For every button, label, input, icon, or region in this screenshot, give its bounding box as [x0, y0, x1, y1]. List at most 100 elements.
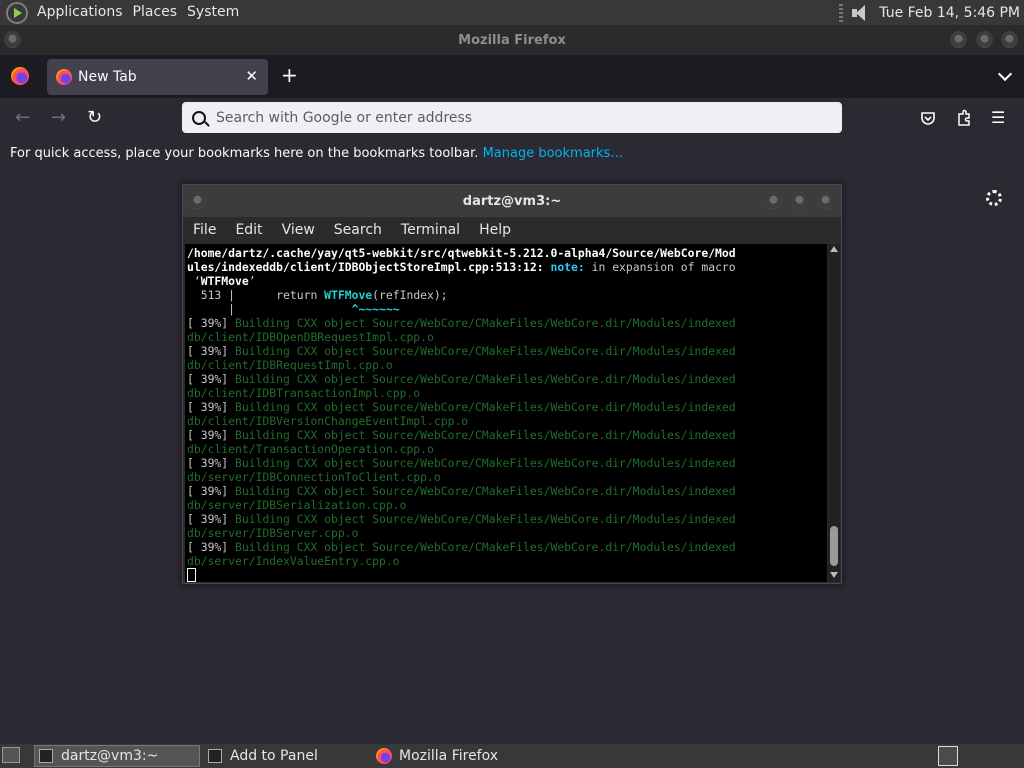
menu-terminal[interactable]: Terminal	[391, 222, 469, 238]
terminal-line: [ 39%] Building CXX object Source/WebCor…	[187, 316, 827, 330]
reload-icon[interactable]: ↻	[87, 109, 102, 127]
terminal-line: | ^~~~~~~	[187, 302, 827, 316]
minimize-icon[interactable]	[950, 31, 967, 48]
terminal-text: Building CXX object Source/WebCore/CMake…	[235, 512, 736, 526]
top-panel-menus: Applications Places System	[0, 0, 244, 25]
bookmarks-toolbar: For quick access, place your bookmarks h…	[0, 139, 1024, 168]
clock[interactable]: Tue Feb 14, 5:46 PM	[879, 5, 1024, 21]
terminal-text: [ 39%]	[187, 316, 236, 330]
terminal-text: note:	[550, 260, 585, 274]
terminal-line: [ 39%] Building CXX object Source/WebCor…	[187, 428, 827, 442]
terminal-line: [ 39%] Building CXX object Source/WebCor…	[187, 512, 827, 526]
terminal-window: dartz@vm3:~ File Edit View Search Termin…	[182, 184, 842, 584]
terminal-line: [ 39%] Building CXX object Source/WebCor…	[187, 400, 827, 414]
task-add-to-panel-label: Add to Panel	[230, 748, 318, 764]
terminal-text: ules/indexeddb/client/IDBObjectStoreImpl…	[187, 260, 551, 274]
terminal-window-menu-icon[interactable]	[189, 192, 206, 209]
terminal-line: ‘WTFMove’	[187, 274, 827, 288]
terminal-text: Building CXX object Source/WebCore/CMake…	[235, 540, 736, 554]
terminal-line: [ 39%] Building CXX object Source/WebCor…	[187, 484, 827, 498]
firefox-view-icon[interactable]	[11, 67, 29, 85]
tab-new-tab[interactable]: New Tab ✕	[47, 59, 268, 95]
scroll-down-icon[interactable]	[830, 572, 838, 578]
terminal-text: db/client/IDBOpenDBRequestImpl.cpp.o	[187, 330, 434, 344]
list-all-tabs-icon[interactable]	[997, 66, 1013, 82]
terminal-titlebar[interactable]: dartz@vm3:~	[183, 185, 841, 217]
terminal-line: db/client/TransactionOperation.cpp.o	[187, 442, 827, 456]
firefox-titlebar[interactable]: Mozilla Firefox	[0, 25, 1024, 55]
terminal-text: Building CXX object Source/WebCore/CMake…	[235, 428, 736, 442]
task-firefox-label: Mozilla Firefox	[399, 748, 499, 764]
terminal-line: db/server/IndexValueEntry.cpp.o	[187, 554, 827, 568]
firefox-icon	[376, 748, 392, 764]
terminal-line: db/client/IDBTransactionImpl.cpp.o	[187, 386, 827, 400]
terminal-line: db/server/IDBSerialization.cpp.o	[187, 498, 827, 512]
menu-file[interactable]: File	[183, 222, 225, 238]
terminal-prompt-line	[187, 568, 827, 582]
terminal-minimize-icon[interactable]	[765, 192, 782, 209]
system-menu[interactable]: System	[182, 0, 244, 25]
top-panel-tray: Tue Feb 14, 5:46 PM	[839, 0, 1024, 25]
terminal-text: db/client/TransactionOperation.cpp.o	[187, 442, 434, 456]
maximize-icon[interactable]	[976, 31, 993, 48]
terminal-text: db/server/IDBServer.cpp.o	[187, 526, 359, 540]
menu-help[interactable]: Help	[469, 222, 520, 238]
terminal-text: [ 39%]	[187, 540, 236, 554]
terminal-line: db/client/IDBRequestImpl.cpp.o	[187, 358, 827, 372]
terminal-line: ules/indexeddb/client/IDBObjectStoreImpl…	[187, 260, 827, 274]
volume-icon[interactable]	[851, 4, 869, 22]
terminal-text: in expansion of macro	[584, 260, 736, 274]
window-menu-icon[interactable]	[4, 31, 21, 48]
places-menu[interactable]: Places	[128, 0, 183, 25]
pocket-icon[interactable]	[920, 110, 936, 126]
menu-edit[interactable]: Edit	[225, 222, 271, 238]
new-tab-button[interactable]: +	[281, 65, 298, 85]
task-terminal[interactable]: dartz@vm3:~	[34, 745, 200, 767]
terminal-text: Building CXX object Source/WebCore/CMake…	[235, 316, 736, 330]
distro-logo-icon[interactable]	[6, 1, 28, 24]
app-menu-icon[interactable]: ☰	[991, 109, 1005, 127]
manage-bookmarks-link[interactable]: Manage bookmarks…	[483, 146, 624, 161]
close-window-icon[interactable]	[1001, 31, 1018, 48]
forward-icon[interactable]: →	[51, 109, 66, 127]
terminal-line: db/client/IDBOpenDBRequestImpl.cpp.o	[187, 330, 827, 344]
task-terminal-label: dartz@vm3:~	[61, 748, 159, 764]
extensions-icon[interactable]	[956, 109, 972, 127]
terminal-text: WTFMove	[200, 274, 249, 288]
terminal-title: dartz@vm3:~	[462, 193, 562, 209]
terminal-text: ^~~~~~~	[351, 302, 400, 316]
scroll-up-icon[interactable]	[830, 246, 838, 252]
applications-menu[interactable]: Applications	[32, 0, 128, 25]
terminal-text: [ 39%]	[187, 428, 236, 442]
terminal-scrollbar[interactable]	[828, 244, 840, 582]
terminal-line: [ 39%] Building CXX object Source/WebCor…	[187, 456, 827, 470]
terminal-text: 513 | return	[187, 288, 325, 302]
scrollbar-thumb[interactable]	[830, 526, 838, 566]
terminal-text: (refIndex);	[372, 288, 448, 302]
terminal-maximize-icon[interactable]	[791, 192, 808, 209]
show-desktop-icon[interactable]	[2, 747, 20, 763]
firefox-window-title: Mozilla Firefox	[458, 32, 566, 48]
tab-close-icon[interactable]: ✕	[245, 67, 258, 85]
terminal-close-icon[interactable]	[817, 192, 834, 209]
terminal-text: |	[187, 302, 352, 316]
task-add-to-panel[interactable]: Add to Panel	[204, 745, 364, 767]
menu-search[interactable]: Search	[324, 222, 391, 238]
terminal-line: [ 39%] Building CXX object Source/WebCor…	[187, 344, 827, 358]
terminal-text: Building CXX object Source/WebCore/CMake…	[235, 400, 736, 414]
terminal-text: [ 39%]	[187, 372, 236, 386]
back-icon[interactable]: ←	[15, 109, 30, 127]
terminal-text: [ 39%]	[187, 456, 236, 470]
gear-icon[interactable]	[986, 190, 1002, 206]
terminal-text: Building CXX object Source/WebCore/CMake…	[235, 456, 736, 470]
workspace-switcher[interactable]	[938, 746, 958, 766]
menu-view[interactable]: View	[272, 222, 324, 238]
task-firefox[interactable]: Mozilla Firefox	[372, 745, 552, 767]
terminal-output[interactable]: /home/dartz/.cache/yay/qt5-webkit/src/qt…	[185, 244, 827, 582]
nav-bar: ← → ↻ Search with Google or enter addres…	[0, 98, 1024, 139]
search-icon	[192, 110, 206, 125]
terminal-line: db/server/IDBServer.cpp.o	[187, 526, 827, 540]
terminal-text: ’	[248, 274, 256, 288]
panel-grip-icon	[839, 3, 844, 22]
address-bar[interactable]: Search with Google or enter address	[182, 102, 842, 133]
